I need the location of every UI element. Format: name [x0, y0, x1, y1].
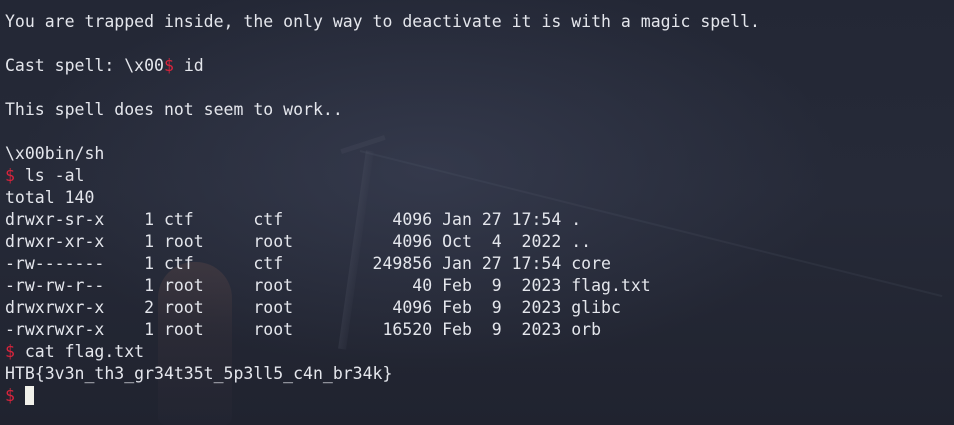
ls-command: ls -al — [14, 166, 85, 185]
shell-line: \x00bin/sh — [5, 144, 105, 163]
prompt-symbol: $ — [5, 386, 15, 405]
spell-label: Cast spell: \x00 — [5, 56, 164, 75]
ls-output-line: drwxrwxr-x 2 root root 4096 Feb 9 2023 g… — [5, 298, 621, 317]
text-cursor[interactable] — [24, 386, 34, 405]
cat-command: cat flag.txt — [14, 342, 145, 361]
prompt-symbol: $ — [5, 166, 15, 185]
prompt-symbol: $ — [163, 56, 174, 75]
spell-command: id — [173, 56, 204, 75]
ls-command-line: $ ls -al — [5, 165, 949, 187]
ls-output-line: drwxr-sr-x 1 ctf ctf 4096 Jan 27 17:54 . — [5, 210, 582, 229]
spell-prompt-line: Cast spell: \x00$ id — [5, 55, 949, 77]
intro-text: You are trapped inside, the only way to … — [5, 12, 760, 31]
active-prompt-line[interactable]: $ — [5, 385, 949, 407]
terminal-window[interactable]: You are trapped inside, the only way to … — [0, 0, 954, 425]
ls-output-line: -rw------- 1 ctf ctf 249856 Jan 27 17:54… — [5, 254, 611, 273]
ls-output-line: total 140 — [5, 188, 95, 207]
ls-output-line: -rwxrwxr-x 1 root root 16520 Feb 9 2023 … — [5, 320, 602, 339]
prompt-symbol: $ — [5, 342, 15, 361]
cat-command-line: $ cat flag.txt — [5, 341, 949, 363]
ls-output-line: -rw-rw-r-- 1 root root 40 Feb 9 2023 fla… — [5, 276, 651, 295]
flag-output: HTB{3v3n_th3_gr34t35t_5p3ll5_c4n_br34k} — [5, 364, 393, 383]
ls-output-line: drwxr-xr-x 1 root root 4096 Oct 4 2022 .… — [5, 232, 592, 251]
spell-result-text: This spell does not seem to work.. — [5, 100, 343, 119]
